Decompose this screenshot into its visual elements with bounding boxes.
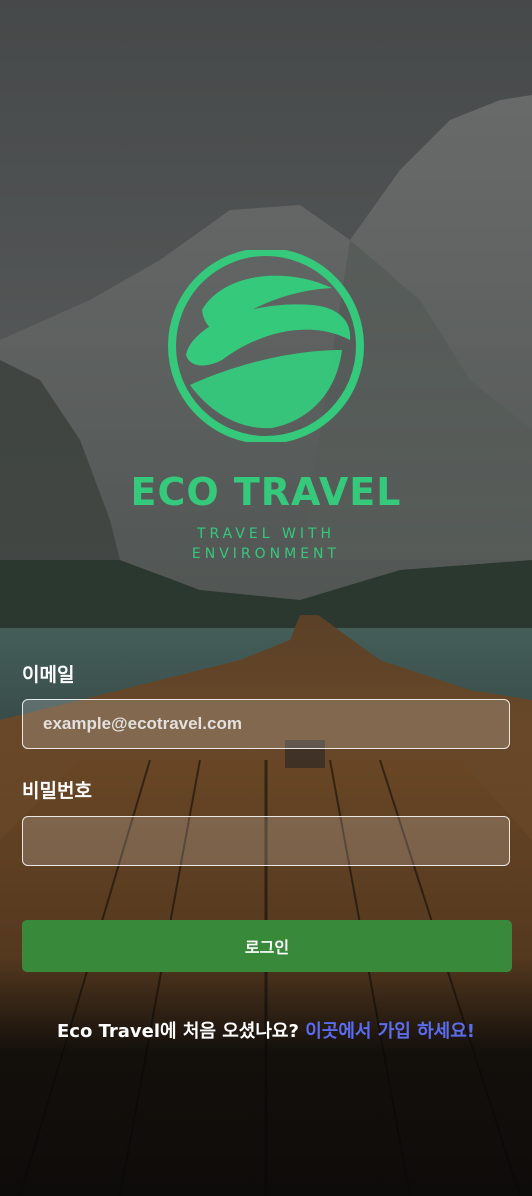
globe-logo-icon [168,250,364,442]
login-button[interactable]: 로그인 [22,920,512,972]
tagline-line-2: ENVIRONMENT [191,546,341,562]
login-screen: ECO TRAVEL TRAVEL WITH ENVIRONMENT 이메일 비… [0,0,532,1196]
email-label: 이메일 [22,664,75,686]
password-input[interactable] [22,816,510,866]
signup-prompt-text: Eco Travel에 처음 오셨나요? [57,1021,306,1042]
tagline-line-1: TRAVEL WITH [196,526,336,542]
brand-name: ECO TRAVEL [130,470,402,514]
email-input[interactable] [22,699,510,749]
password-label: 비밀번호 [22,780,92,802]
brand-tagline: TRAVEL WITH ENVIRONMENT [0,524,532,564]
signup-prompt: Eco Travel에 처음 오셨나요? 이곳에서 가입 하세요! [0,1017,532,1043]
signup-link[interactable]: 이곳에서 가입 하세요! [305,1021,475,1042]
